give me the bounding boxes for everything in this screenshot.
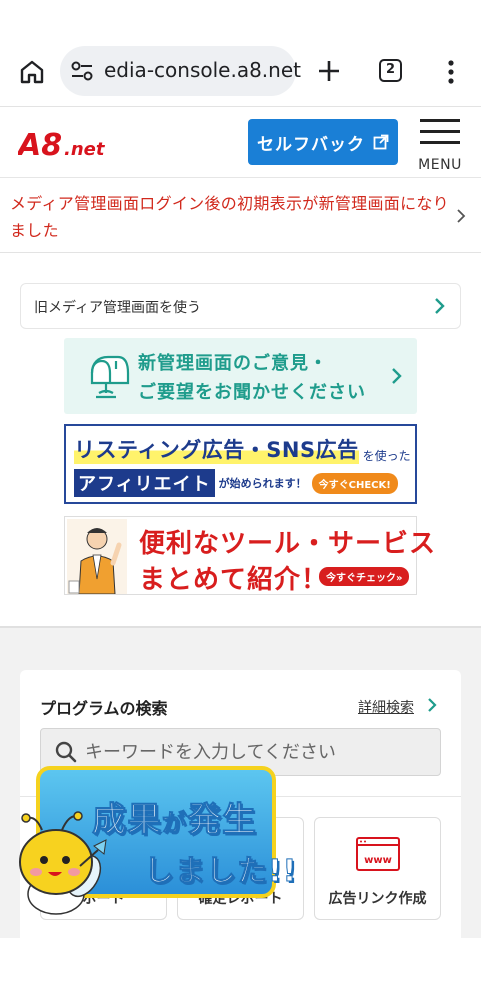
chevron-right-icon [428, 698, 437, 712]
conversion-badge[interactable]: 成果が発生 しました!! [12, 764, 297, 924]
tile-label: 広告リンク作成 [328, 891, 427, 907]
listing-ad-banner[interactable]: リスティング広告・SNS広告 を使った アフィリエイト が始められます！ 今すぐ… [64, 424, 417, 504]
svg-text:.net: .net [64, 139, 106, 160]
businessman-illustration [67, 519, 127, 594]
url-text: edia-console.a8.net [104, 58, 301, 82]
mailbox-icon [90, 355, 130, 399]
www-icon-text: www [364, 855, 392, 866]
listing-headline: リスティング広告・SNS広告 [74, 434, 359, 464]
search-icon [55, 741, 77, 763]
address-bar[interactable]: edia-console.a8.net [60, 46, 301, 96]
page-bottom-area [0, 938, 481, 999]
search-title: プログラムの検索 [40, 699, 168, 718]
ad-link-tile[interactable]: www 広告リンク作成 [314, 817, 441, 920]
old-ui-label: 旧メディア管理画面を使う [34, 300, 202, 316]
new-ui-notice[interactable]: メディア管理画面ログイン後の初期表示が新管理画面になりました [0, 179, 481, 253]
listing-cta: 今すぐCHECK! [311, 472, 398, 494]
advanced-search-link[interactable]: 詳細検索 [358, 697, 414, 717]
tools-line1: 便利なツール・サービス [139, 529, 437, 559]
menu-button[interactable]: MENU [418, 117, 462, 175]
more-vert-icon[interactable] [446, 58, 456, 86]
old-ui-link[interactable]: 旧メディア管理画面を使う [20, 283, 461, 329]
bee-mascot-icon [19, 811, 107, 915]
www-icon: www [356, 837, 400, 871]
listing-tail: が始められます！ [218, 477, 307, 490]
home-icon[interactable] [18, 58, 46, 86]
tools-cta: 今すぐチェック» [319, 567, 410, 586]
feedback-banner[interactable]: 新管理画面のご意見・ ご要望をお聞かせください [64, 338, 417, 414]
svg-text:A8: A8 [18, 128, 62, 163]
a8net-logo[interactable]: A8 .net [18, 125, 118, 165]
site-header: A8 .net セルフバック MENU [0, 106, 481, 178]
menu-label: MENU [418, 157, 462, 173]
feedback-line1: 新管理画面のご意見・ [138, 353, 328, 374]
selfback-button[interactable]: セルフバック [248, 119, 398, 165]
main-content: 旧メディア管理画面を使う 新管理画面のご意見・ ご要望をお聞かせください リステ… [0, 254, 481, 626]
tools-services-banner[interactable]: 便利なツール・サービス まとめて紹介！ 今すぐチェック» [64, 516, 435, 595]
chevron-right-icon [457, 209, 466, 223]
tools-line2: まとめて紹介！ [139, 565, 329, 595]
tab-switcher-button[interactable]: 2 [379, 59, 402, 82]
feedback-line2: ご要望をお聞かせください [138, 382, 366, 403]
chevron-right-icon [435, 298, 445, 314]
notice-text: メディア管理画面ログイン後の初期表示が新管理画面になりました [10, 194, 449, 240]
site-settings-icon[interactable] [70, 60, 94, 82]
new-tab-icon[interactable] [316, 56, 342, 86]
badge-line2: しました!! [143, 854, 298, 890]
external-link-icon [373, 134, 389, 150]
chevron-right-icon [392, 368, 402, 384]
listing-headline-tail: を使った [362, 449, 411, 463]
selfback-label: セルフバック [257, 134, 365, 155]
listing-boxed-text: アフィリエイト [74, 469, 215, 497]
browser-toolbar: edia-console.a8.net 2 [0, 0, 481, 106]
